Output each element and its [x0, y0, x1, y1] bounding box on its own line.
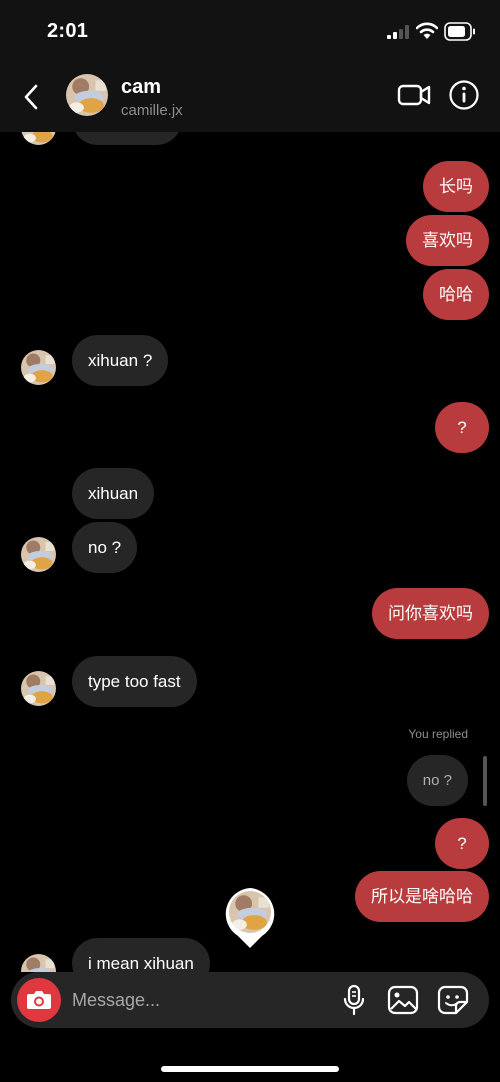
- home-indicator[interactable]: [161, 1066, 339, 1072]
- camera-button[interactable]: [17, 978, 61, 1022]
- microphone-icon[interactable]: [340, 983, 368, 1017]
- message-composer: [11, 972, 489, 1028]
- message-bubble[interactable]: 问你喜欢吗: [372, 588, 489, 639]
- avatar: [21, 671, 56, 706]
- message-bubble[interactable]: xihuan: [72, 468, 155, 519]
- avatar: [21, 537, 56, 572]
- battery-icon: [444, 22, 475, 41]
- video-call-icon[interactable]: [396, 80, 432, 110]
- avatar: [21, 954, 56, 972]
- avatar: [21, 350, 56, 385]
- back-chevron-icon[interactable]: [18, 80, 46, 114]
- message-bubble[interactable]: 哈哈: [423, 269, 489, 320]
- reply-label: You replied: [408, 727, 468, 741]
- message-bubble[interactable]: ?: [435, 402, 489, 453]
- message-bubble[interactable]: ?: [435, 818, 489, 869]
- gallery-icon[interactable]: [386, 984, 420, 1016]
- status-time: 2:01: [47, 20, 89, 42]
- message-input[interactable]: [72, 982, 322, 1018]
- cellular-signal-icon: [387, 25, 409, 39]
- message-bubble[interactable]: i mean xihuan: [72, 938, 210, 972]
- message-bubble[interactable]: no ?: [72, 522, 138, 573]
- message-bubble[interactable]: 长吗: [423, 161, 489, 212]
- scrollbar[interactable]: [483, 756, 487, 806]
- message-bubble[interactable]: 所以是啥哈哈: [355, 871, 489, 922]
- chat-header: cam camille.jx: [0, 64, 500, 132]
- quoted-reply-bubble[interactable]: no ?: [406, 755, 468, 806]
- message-bubble[interactable]: 喜欢吗: [406, 215, 489, 266]
- message-bubble[interactable]: [72, 132, 182, 145]
- info-icon[interactable]: [448, 79, 480, 111]
- status-bar: 2:01: [0, 0, 500, 64]
- message-thread[interactable]: 长吗 喜欢吗 哈哈 xihuan ? ? xihuan no ? 问你喜欢吗 t…: [0, 132, 500, 972]
- wifi-icon: [416, 22, 438, 39]
- contact-username: camille.jx: [121, 102, 183, 119]
- contact-name[interactable]: cam: [121, 76, 161, 99]
- message-bubble[interactable]: xihuan ?: [72, 335, 169, 386]
- camera-icon: [27, 991, 51, 1009]
- avatar[interactable]: [66, 74, 108, 116]
- avatar: [21, 132, 56, 145]
- sticker-icon[interactable]: [436, 984, 470, 1016]
- seen-avatar-pin: [225, 888, 275, 948]
- message-bubble[interactable]: type too fast: [72, 656, 197, 707]
